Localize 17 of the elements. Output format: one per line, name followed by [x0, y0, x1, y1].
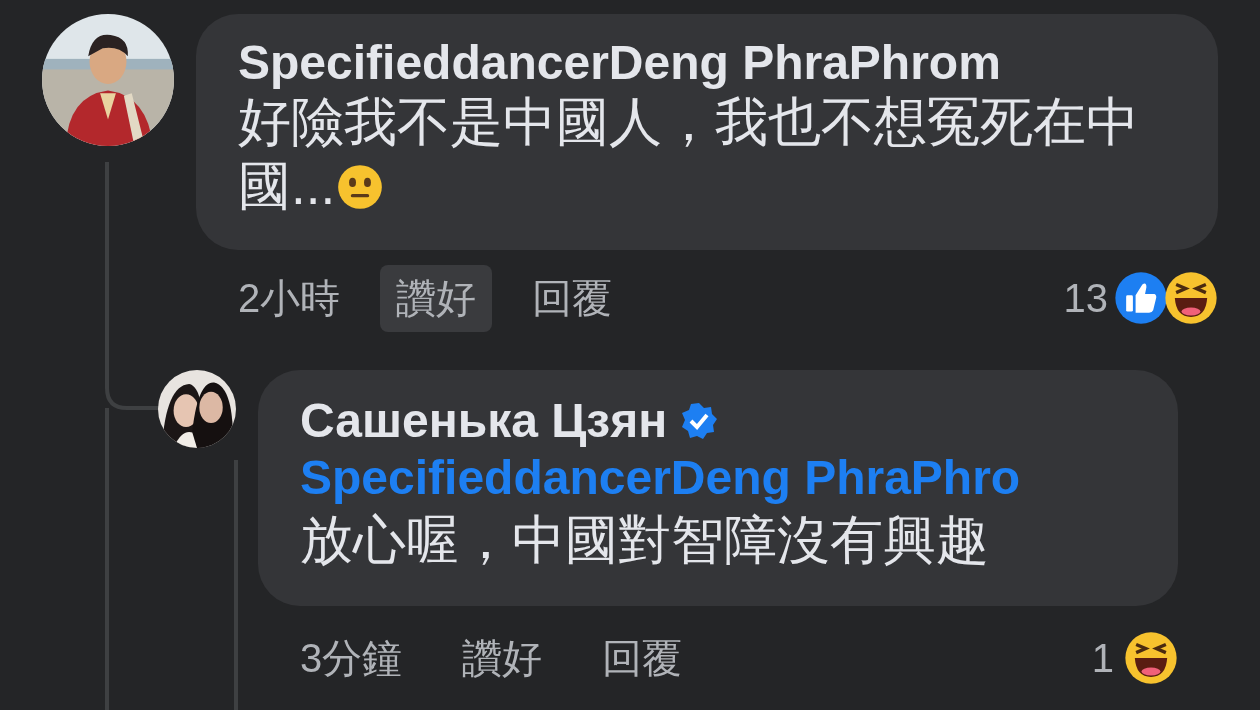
laughing-face-icon	[1124, 631, 1178, 685]
author-name[interactable]: Сашенька Цзян	[300, 394, 668, 448]
reply-button[interactable]: 回覆	[516, 264, 629, 332]
thumbs-up-icon	[1114, 271, 1168, 325]
author-name[interactable]: SpecifieddancerDeng PhraPhrom	[238, 36, 1001, 90]
reaction-count: 13	[1063, 275, 1108, 321]
verified-badge-icon	[679, 401, 720, 441]
neutral-face-icon	[337, 164, 384, 210]
like-button[interactable]: 讚好	[446, 624, 559, 692]
comment-text: 好險我不是中國人，我也不想冤死在中國...	[238, 91, 1140, 217]
like-button[interactable]: 讚好	[380, 264, 493, 332]
laughing-face-icon	[1164, 271, 1218, 325]
comment-time: 3分鐘	[300, 634, 403, 682]
reaction-count: 1	[1091, 635, 1114, 681]
comment-text: 放心喔，中國對智障沒有興趣	[300, 509, 990, 571]
comment-time: 2小時	[238, 274, 341, 322]
reply-button[interactable]: 回覆	[586, 624, 699, 692]
